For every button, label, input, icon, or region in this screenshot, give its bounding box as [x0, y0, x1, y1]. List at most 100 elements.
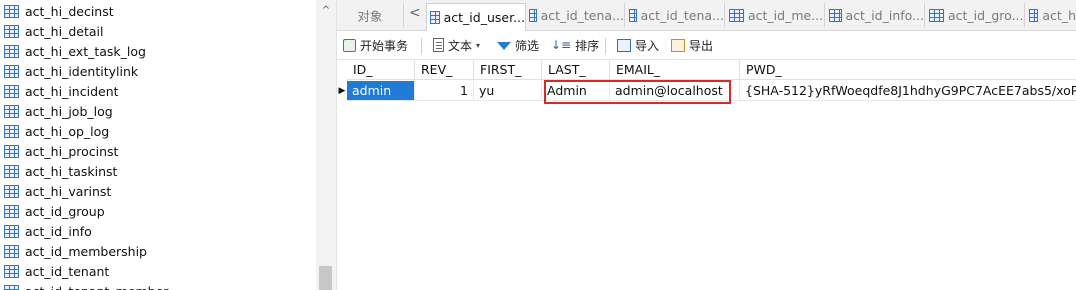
tab-label: act_id_gro... — [948, 7, 1024, 23]
column-header-pwd[interactable]: PWD_ — [740, 60, 1076, 80]
tree-item-act-id-info[interactable]: act_id_info — [0, 221, 316, 241]
tree-item-act-hi-identitylink[interactable]: act_hi_identitylink — [0, 61, 316, 81]
column-header-last[interactable]: LAST_ — [542, 60, 610, 80]
transaction-icon — [343, 38, 356, 52]
scroll-up-arrow-icon[interactable]: ^ — [316, 0, 336, 20]
tab-bar: 对象 < act_id_user... act_id_tena... act_i… — [337, 0, 1076, 31]
tab-label: act_id_user... — [443, 10, 525, 25]
document-icon — [433, 38, 444, 52]
table-icon — [1029, 8, 1039, 22]
filter-button[interactable]: 筛选 — [497, 36, 539, 54]
tab-label: 对象 — [357, 8, 383, 24]
table-icon — [4, 84, 19, 98]
tree-item-act-id-tenant-member[interactable]: act_id_tenant_member — [0, 281, 316, 290]
tree-item-label: act_hi_incident — [25, 83, 119, 99]
table-icon — [4, 4, 19, 18]
cell-last[interactable]: Admin — [542, 81, 610, 101]
cell-pwd[interactable]: {SHA-512}yRfWoeqdfe8J1hdhyG9PC7AcEE7abs5… — [740, 81, 1076, 101]
table-icon — [4, 164, 19, 178]
table-icon — [529, 8, 537, 22]
table-icon — [430, 11, 440, 24]
tree-item-act-hi-ext-task-log[interactable]: act_hi_ext_task_log — [0, 41, 316, 61]
table-icon — [4, 44, 19, 58]
table-icon — [4, 224, 19, 238]
tree-item-label: act_hi_op_log — [25, 123, 110, 139]
tab-label: act_id_tena... — [640, 7, 724, 23]
cell-email[interactable]: admin@localhost — [610, 81, 740, 101]
table-icon — [4, 104, 19, 118]
text-view-label: 文本 — [448, 38, 473, 53]
table-icon — [929, 8, 944, 22]
sort-icon: ↓≡ — [551, 38, 572, 52]
tree-item-label: act_id_membership — [25, 243, 147, 259]
column-header-rev[interactable]: REV_ — [415, 60, 474, 80]
tree-item-act-hi-varinst[interactable]: act_hi_varinst — [0, 181, 316, 201]
table-icon — [4, 264, 19, 278]
tree-scrollbar[interactable] — [316, 0, 336, 290]
filter-label: 筛选 — [515, 38, 540, 53]
tab-scroll-left-icon[interactable]: < — [409, 5, 421, 21]
tree-item-label: act_id_group — [25, 203, 105, 219]
table-icon — [4, 24, 19, 38]
tab-act-id-tenant-1[interactable]: act_id_tena... — [526, 3, 625, 27]
current-row-marker-icon: ▶ — [338, 86, 346, 96]
tree-item-act-hi-taskinst[interactable]: act_hi_taskinst — [0, 161, 316, 181]
toolbar-divider — [421, 38, 422, 54]
tab-act-id-info[interactable]: act_id_info... — [826, 3, 925, 27]
tab-act-id-user[interactable]: act_id_user... — [426, 3, 526, 31]
tab-act-id-membership[interactable]: act_id_me... — [726, 3, 825, 27]
tree-item-label: act_hi_varinst — [25, 183, 112, 199]
table-icon — [829, 8, 842, 22]
cell-rev[interactable]: 1 — [415, 81, 474, 101]
filter-icon — [497, 42, 511, 50]
tree-item-label: act_hi_identitylink — [25, 63, 139, 79]
table-icon — [4, 284, 19, 290]
tree-item-label: act_hi_decinst — [25, 3, 114, 19]
table-icon — [4, 204, 19, 218]
tab-act-id-group[interactable]: act_id_gro... — [926, 3, 1025, 27]
tree-item-label: act_id_tenant — [25, 263, 110, 279]
tree-item-act-hi-detail[interactable]: act_hi_detail — [0, 21, 316, 41]
column-header-email[interactable]: EMAIL_ — [610, 60, 740, 80]
tree-item-label: act_hi_ext_task_log — [25, 43, 146, 59]
object-tree-panel: act_hi_decinst act_hi_detail act_hi_ext_… — [0, 0, 337, 290]
table-icon — [4, 124, 19, 138]
tree-item-act-hi-decinst[interactable]: act_hi_decinst — [0, 1, 316, 21]
tab-objects[interactable]: 对象 — [337, 3, 404, 27]
export-label: 导出 — [689, 38, 714, 53]
column-header-id[interactable]: ID_ — [347, 60, 415, 80]
tab-act-id-tenant-2[interactable]: act_id_tena... — [626, 3, 725, 27]
tree-item-act-id-group[interactable]: act_id_group — [0, 201, 316, 221]
column-header-first[interactable]: FIRST_ — [474, 60, 542, 80]
tree-item-label: act_id_info — [25, 223, 92, 239]
tree-scrollbar-thumb[interactable] — [319, 266, 332, 290]
sort-button[interactable]: ↓≡ 排序 — [551, 36, 599, 54]
import-button[interactable]: 导入 — [617, 36, 659, 54]
export-button[interactable]: 导出 — [671, 36, 713, 54]
tree-item-act-hi-op-log[interactable]: act_hi_op_log — [0, 121, 316, 141]
table-icon — [629, 8, 637, 22]
tree-item-act-hi-incident[interactable]: act_hi_incident — [0, 81, 316, 101]
tree-item-label: act_id_tenant_member — [25, 284, 168, 290]
cell-id[interactable]: admin — [347, 81, 415, 101]
tree-item-act-hi-procinst[interactable]: act_hi_procinst — [0, 141, 316, 161]
table-icon — [4, 184, 19, 198]
table-icon — [4, 64, 19, 78]
tree-item-label: act_hi_detail — [25, 23, 104, 39]
begin-transaction-label: 开始事务 — [360, 38, 409, 53]
tab-label: act_id_me... — [748, 7, 824, 23]
tab-act-hi-partial[interactable]: act_h — [1026, 3, 1076, 27]
data-grid: ID_ REV_ FIRST_ LAST_ EMAIL_ PWD_ ▶ admi… — [337, 60, 1076, 290]
begin-transaction-button[interactable]: 开始事务 — [343, 36, 408, 54]
tree-item-act-id-membership[interactable]: act_id_membership — [0, 241, 316, 261]
text-view-button[interactable]: 文本 ▾ — [433, 36, 480, 54]
table-icon — [4, 244, 19, 258]
import-label: 导入 — [635, 38, 660, 53]
tree-item-act-id-tenant[interactable]: act_id_tenant — [0, 261, 316, 281]
tab-label: act_id_info... — [845, 7, 925, 23]
export-icon — [671, 38, 685, 52]
tree-item-label: act_hi_procinst — [25, 143, 119, 159]
tab-label: act_id_tena... — [540, 7, 624, 23]
cell-first[interactable]: yu — [474, 81, 542, 101]
tree-item-act-hi-job-log[interactable]: act_hi_job_log — [0, 101, 316, 121]
